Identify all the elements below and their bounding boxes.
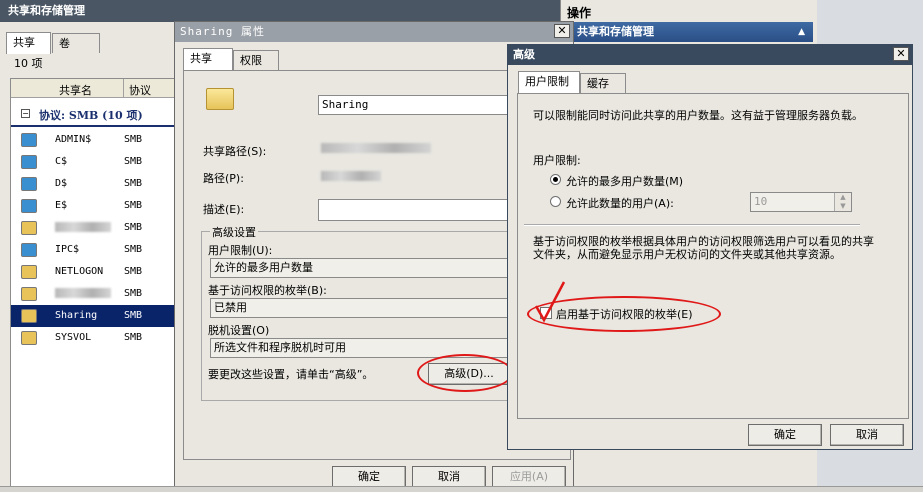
user-limit-panel: 可以限制能同时访问此共享的用户数量。这有益于管理服务器负载。 用户限制: 允许的… [517,93,909,419]
share-icon [21,265,37,279]
share-name: NETLOGON [55,266,104,277]
share-name [55,217,111,239]
share-protocol: SMB [124,310,143,321]
red-check-annotation [534,281,566,323]
list-header: 共享名 协议 [11,79,177,98]
table-row[interactable]: ADMIN$ SMB [11,129,177,151]
share-name: D$ [55,178,68,189]
highlight-advanced-ring [417,354,513,392]
dialog-title: Sharing 属性 [175,22,573,42]
column-share-name[interactable]: 共享名 [59,82,92,98]
apply-button[interactable]: 应用(A) [492,466,566,488]
share-icon [21,243,37,257]
close-icon[interactable]: ✕ [554,24,570,38]
max-users-label[interactable]: 允许的最多用户数量(M) [566,173,683,189]
description-label: 描述(E): [203,203,245,216]
share-icon [21,155,37,169]
share-name: SYSVOL [55,332,92,343]
group-header: − 协议: SMB (10 项) [11,103,177,127]
ok-button[interactable]: 确定 [748,424,822,446]
num-users-radio[interactable] [550,196,561,207]
share-icon [21,287,37,301]
table-row[interactable]: NETLOGON SMB [11,261,177,283]
actions-section[interactable]: 共享和存储管理 ▲ [571,22,813,42]
share-protocol: SMB [124,178,143,189]
column-protocol[interactable]: 协议 [129,82,151,98]
share-name: Sharing [55,310,98,321]
share-name [55,283,111,305]
share-path-label: 共享路径(S): [203,145,267,158]
table-row[interactable]: SMB [11,283,177,305]
share-name: C$ [55,156,68,167]
share-icon [21,221,37,235]
table-row[interactable]: Sharing SMB [11,305,177,327]
cancel-button[interactable]: 取消 [830,424,904,446]
max-users-radio[interactable] [550,174,561,185]
ok-button[interactable]: 确定 [332,466,406,488]
share-icon [21,133,37,147]
user-limit-group-label: 用户限制: [533,154,581,167]
tab-volumes[interactable]: 卷 [52,33,100,53]
divider [524,224,860,226]
share-protocol: SMB [124,222,143,233]
tab-permissions[interactable]: 权限 [233,50,279,70]
tab-caching[interactable]: 缓存 [580,73,626,93]
share-name: E$ [55,200,68,211]
share-protocol: SMB [124,200,143,211]
abe-description: 基于访问权限的枚举根据具体用户的访问权限筛选用户可以看见的共享文件夹，从而避免显… [533,235,874,261]
share-protocol: SMB [124,288,143,299]
cancel-button[interactable]: 取消 [412,466,486,488]
table-row[interactable]: D$ SMB [11,173,177,195]
share-icon [21,177,37,191]
actions-title: 操作 [567,6,592,20]
abe-label: 基于访问权限的枚举(B): [208,284,327,297]
advanced-dialog: 高级 ✕ 用户限制 缓存 可以限制能同时访问此共享的用户数量。这有益于管理服务器… [507,44,913,450]
offline-label: 脱机设置(O) [208,324,270,337]
num-users-label[interactable]: 允许此数量的用户(A): [566,195,674,211]
close-icon[interactable]: ✕ [893,47,909,61]
stepper-down-icon[interactable]: ▼ [834,202,851,211]
window-title: 共享和存储管理 [0,0,560,22]
table-row[interactable]: C$ SMB [11,151,177,173]
share-icon [21,309,37,323]
collapse-icon[interactable]: − [21,109,30,118]
user-limit-label: 用户限制(U): [208,244,273,257]
limit-description: 可以限制能同时访问此共享的用户数量。这有益于管理服务器负载。 [533,109,863,122]
collapse-arrow-icon[interactable]: ▲ [798,22,805,42]
share-protocol: SMB [124,134,143,145]
table-row[interactable]: IPC$ SMB [11,239,177,261]
table-row[interactable]: SMB [11,217,177,239]
path-label: 路径(P): [203,172,244,185]
advanced-hint: 要更改这些设置，请单击“高级”。 [208,368,374,381]
share-name: IPC$ [55,244,80,255]
share-protocol: SMB [124,244,143,255]
share-name: ADMIN$ [55,134,92,145]
share-icon [21,331,37,345]
advanced-title: 高级 [508,45,912,65]
share-list: 共享名 协议 − 协议: SMB (10 项) ADMIN$ SMB C$ SMB D$… [10,78,177,492]
share-protocol: SMB [124,156,143,167]
item-count: 10 项 [14,57,43,70]
folder-icon [206,88,234,110]
share-protocol: SMB [124,332,143,343]
tab-share[interactable]: 共享 [183,48,233,70]
table-row[interactable]: E$ SMB [11,195,177,217]
share-icon [21,199,37,213]
share-protocol: SMB [124,266,143,277]
tab-shares[interactable]: 共享 [6,32,51,54]
stepper-up-icon[interactable]: ▲ [834,193,851,202]
tab-user-limit[interactable]: 用户限制 [518,71,580,93]
table-row[interactable]: SYSVOL SMB [11,327,177,349]
